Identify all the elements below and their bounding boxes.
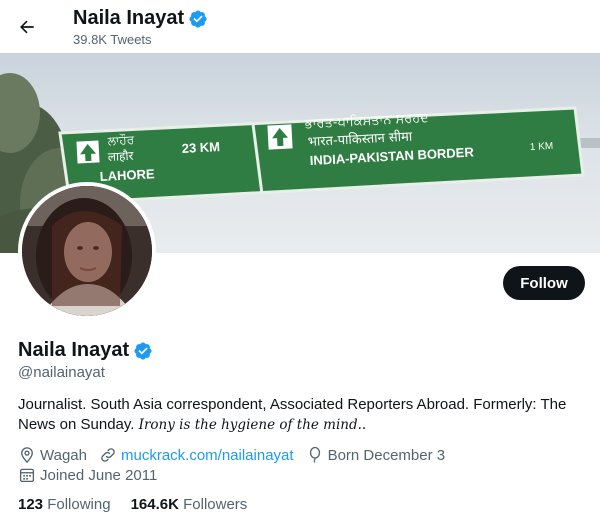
followers-link[interactable]: 164.6K Followers <box>131 496 248 513</box>
location-item: Wagah <box>18 446 87 464</box>
calendar-icon <box>19 468 35 483</box>
road-sign: ਲਾਹੌਰ लाहौर LAHORE 23 KM ਭਾਰਤ-ਪਾਕਿਸਤਾਨ ਸ… <box>58 106 585 205</box>
profile-meta-joined: Joined June 2011 <box>18 466 169 484</box>
tweet-count: 39.8K Tweets <box>73 32 152 47</box>
follow-stats: 123 Following 164.6K Followers <box>18 496 247 513</box>
profile-handle: @nailainayat <box>18 364 105 381</box>
header-title: Naila Inayat <box>73 7 208 30</box>
website-link[interactable]: muckrack.com/nailainayat <box>121 447 294 464</box>
sign-city-native-1: ਲਾਹੌਰ <box>106 133 135 148</box>
birthday-text: Born December 3 <box>327 446 446 464</box>
sign-border-distance: 1 KM <box>530 141 554 153</box>
website-item: muckrack.com/nailainayat <box>99 446 294 464</box>
verified-badge-icon <box>189 9 207 28</box>
joined-item: Joined June 2011 <box>18 466 157 484</box>
sign-city-native-2: लाहौर <box>107 149 134 164</box>
location-text: Wagah <box>40 446 87 464</box>
balloon-icon <box>309 446 320 463</box>
profile-header-bar: Naila Inayat 39.8K Tweets <box>0 0 600 53</box>
profile-name: Naila Inayat <box>18 339 153 362</box>
avatar-photo <box>22 186 152 316</box>
birthday-item: Born December 3 <box>306 446 446 464</box>
profile-display-name: Naila Inayat <box>18 339 130 361</box>
sign-city: LAHORE <box>99 166 155 184</box>
back-button[interactable] <box>10 10 44 44</box>
link-icon <box>101 448 115 462</box>
followers-label: Followers <box>183 496 248 513</box>
following-label: Following <box>47 496 111 513</box>
verified-badge-icon <box>134 341 152 360</box>
header-name: Naila Inayat <box>73 7 185 29</box>
follow-button[interactable]: Follow <box>503 266 585 300</box>
location-pin-icon <box>21 447 33 464</box>
followers-count: 164.6K <box>130 496 179 513</box>
avatar[interactable] <box>18 182 156 320</box>
sign-distance: 23 KM <box>181 139 220 156</box>
profile-meta: Wagah muckrack.com/nailainayat Born Dece… <box>18 446 457 464</box>
arrow-left-icon <box>20 20 34 34</box>
following-count: 123 <box>18 496 44 513</box>
profile-bio: Journalist. South Asia correspondent, As… <box>18 395 583 435</box>
following-link[interactable]: 123 Following <box>18 496 111 513</box>
bio-quote: Irony is the hygiene of the mind.. <box>138 417 367 433</box>
joined-text: Joined June 2011 <box>40 466 158 484</box>
